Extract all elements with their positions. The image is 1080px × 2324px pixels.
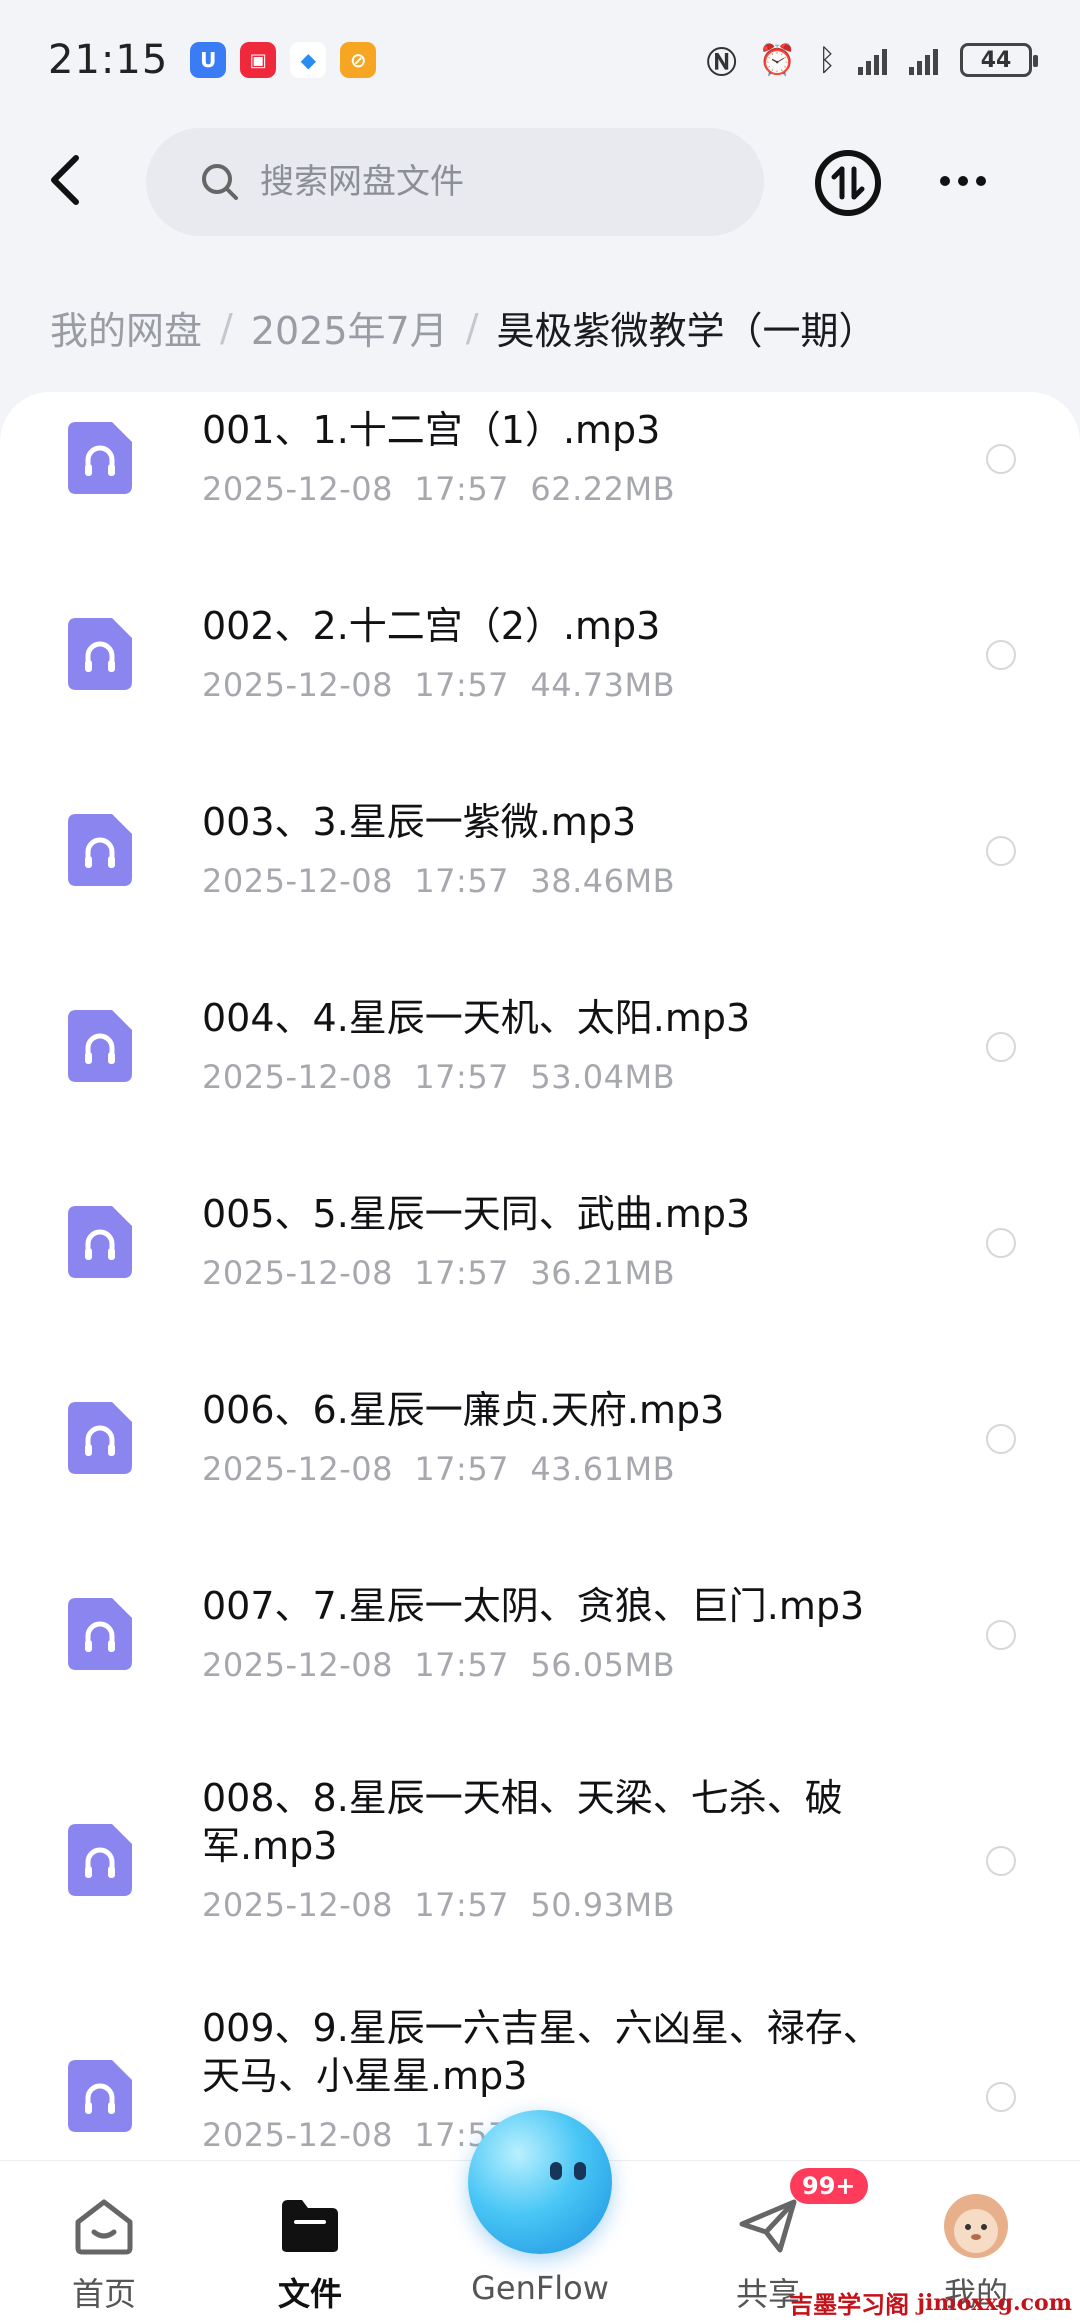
file-meta: 2025-12-08 17:57 36.21MB [202,1254,676,1292]
audio-file-icon [68,1598,132,1670]
transfer-arrows-icon [831,166,865,200]
more-dot-icon [976,176,986,186]
file-name: 004、4.星辰一天机、太阳.mp3 [202,996,751,1040]
file-name: 006、6.星辰一廉贞.天府.mp3 [202,1388,725,1432]
file-list: 001、1.十二宫（1）.mp3 2025-12-08 17:57 62.22M… [0,392,1080,2160]
more-options-button[interactable] [940,166,1000,196]
signal-icon [858,45,887,75]
select-radio[interactable] [986,444,1016,474]
nav-home-label: 首页 [71,2275,136,2313]
breadcrumb-current: 昊极紫微教学（一期） [496,309,877,353]
back-button[interactable] [38,150,98,210]
status-app-icons: U ▣ ◆ ⊘ [190,42,377,78]
select-radio[interactable] [986,640,1016,670]
u-app-icon: U [190,42,227,78]
audio-file-icon [68,814,132,886]
breadcrumb-separator: / [220,305,233,350]
list-item[interactable]: 006、6.星辰一廉贞.天府.mp3 2025-12-08 17:57 43.6… [0,1372,1080,1568]
select-radio[interactable] [986,2082,1016,2112]
file-meta: 2025-12-08 17:57 44.73MB [202,666,676,704]
more-dot-icon [958,176,968,186]
breadcrumb-folder[interactable]: 2025年7月 [251,300,448,355]
select-radio[interactable] [986,836,1016,866]
folder-icon [282,2200,338,2252]
breadcrumb-separator: / [465,305,479,350]
file-name: 003、3.星辰一紫微.mp3 [202,800,637,844]
chevron-left-icon [51,155,79,205]
signal-2-icon [909,45,938,75]
file-name: 009、9.星辰一六吉星、六凶星、禄存、天马、小星星.mp3 [202,2006,881,2098]
select-radio[interactable] [986,1032,1016,1062]
breadcrumb-root[interactable]: 我的网盘 [50,300,202,355]
select-radio[interactable] [986,1620,1016,1650]
status-bar: 21:15 U ▣ ◆ ⊘ Ⓝ ⏰ ᛒ 44 [0,0,1080,120]
search-bar[interactable] [146,128,764,236]
breadcrumb: 我的网盘 / 2025年7月 / 昊极紫微教学（一期） [50,300,877,355]
orb-eye-icon [574,2162,586,2180]
more-dot-icon [940,176,950,186]
file-meta: 2025-12-08 17:57 50.93MB [202,1886,676,1924]
list-item[interactable]: 004、4.星辰一天机、太阳.mp3 2025-12-08 17:57 53.0… [0,980,1080,1176]
file-meta: 2025-12-08 17:57 56.05MB [202,1646,676,1684]
file-meta: 2025-12-08 17:57 62.22MB [202,470,676,508]
search-icon [202,164,238,200]
list-item[interactable]: 002、2.十二宫（2）.mp3 2025-12-08 17:57 44.73M… [0,588,1080,784]
select-radio[interactable] [986,1424,1016,1454]
transfer-button[interactable] [815,150,881,216]
share-badge: 99+ [790,2168,868,2204]
audio-file-icon [68,618,132,690]
bluetooth-icon: ᛒ [818,42,836,78]
nav-home[interactable]: 首页 [24,2191,184,2315]
genflow-button[interactable] [468,2110,612,2254]
orb-eye-icon [550,2162,562,2180]
nav-genflow-label: GenFlow [471,2269,609,2307]
audio-file-icon [68,1010,132,1082]
file-meta: 2025-12-08 17:57 53.04MB [202,1058,676,1096]
list-item[interactable]: 001、1.十二宫（1）.mp3 2025-12-08 17:57 62.22M… [0,392,1080,588]
nav-files[interactable]: 文件 [230,2191,390,2315]
orange-app-icon: ⊘ [340,42,377,78]
alarm-icon: ⏰ [758,42,796,78]
list-item[interactable]: 005、5.星辰一天同、武曲.mp3 2025-12-08 17:57 36.2… [0,1176,1080,1372]
send-icon [739,2199,797,2253]
top-bar [0,128,1080,238]
audio-file-icon [68,422,132,494]
select-radio[interactable] [986,1228,1016,1258]
search-input[interactable] [260,162,700,202]
status-indicators: Ⓝ ⏰ ᛒ 44 [706,38,1038,82]
watermark-cn: 吉墨学习阁 [789,2291,910,2319]
audio-file-icon [68,1206,132,1278]
file-name: 002、2.十二宫（2）.mp3 [202,604,661,648]
list-item[interactable]: 008、8.星辰一天相、天梁、七杀、破军.mp3 2025-12-08 17:5… [0,1764,1080,1994]
feather-app-icon: ◆ [290,42,327,78]
watermark: 吉墨学习阁 jimoxxg.com [789,2285,1072,2320]
file-name: 001、1.十二宫（1）.mp3 [202,408,661,452]
battery-icon: 44 [960,43,1038,77]
status-time: 21:15 [48,37,169,83]
audio-file-icon [68,2060,132,2132]
audio-file-icon [68,1824,132,1896]
file-name: 005、5.星辰一天同、武曲.mp3 [202,1192,751,1236]
select-radio[interactable] [986,1846,1016,1876]
battery-level: 44 [980,47,1012,73]
file-name: 007、7.星辰一太阴、贪狼、巨门.mp3 [202,1584,865,1628]
list-item[interactable]: 003、3.星辰一紫微.mp3 2025-12-08 17:57 38.46MB [0,784,1080,980]
file-meta: 2025-12-08 17:57 38.46MB [202,862,676,900]
taobao-live-icon: ▣ [240,42,277,78]
file-name: 008、8.星辰一天相、天梁、七杀、破军.mp3 [202,1776,843,1868]
watermark-en: jimoxxg.com [917,2289,1072,2316]
audio-file-icon [68,1402,132,1474]
home-icon [75,2199,133,2255]
list-item[interactable]: 007、7.星辰一太阴、贪狼、巨门.mp3 2025-12-08 17:57 5… [0,1568,1080,1764]
nav-files-label: 文件 [277,2275,342,2313]
avatar [944,2194,1008,2258]
nfc-icon: Ⓝ [706,46,737,81]
file-meta: 2025-12-08 17:57 43.61MB [202,1450,676,1488]
